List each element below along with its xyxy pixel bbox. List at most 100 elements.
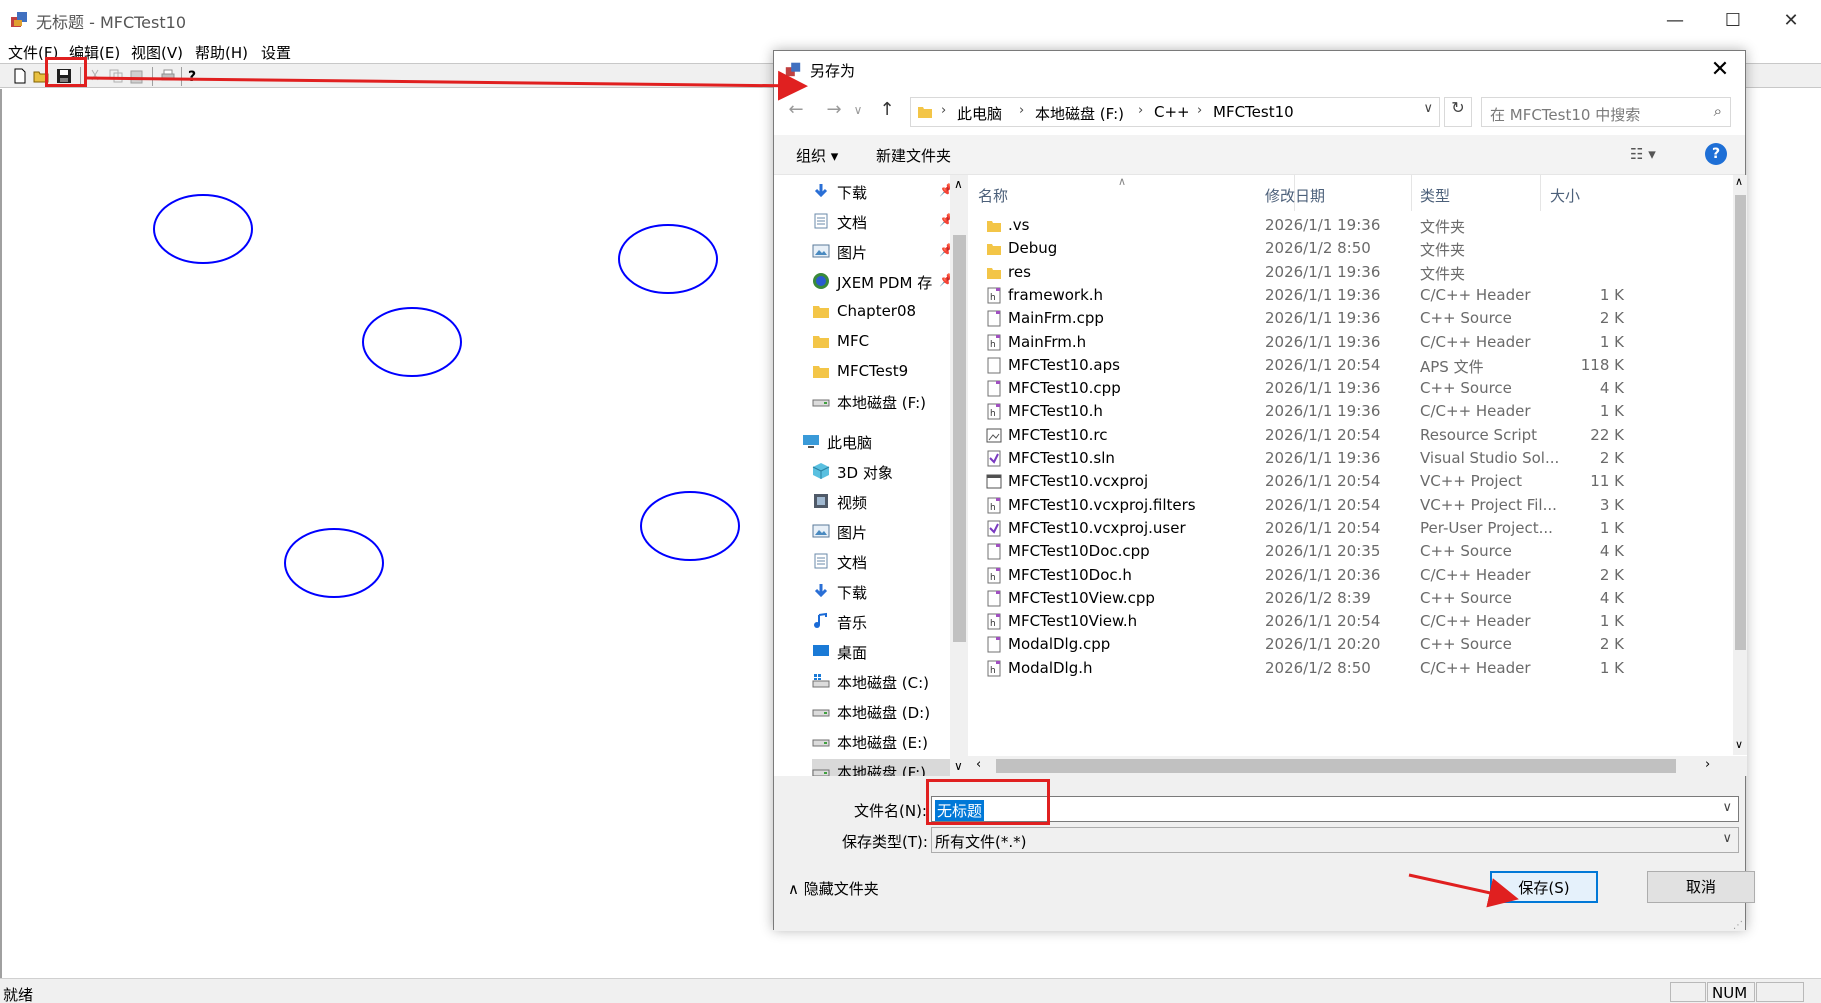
filename-input[interactable]: 无标题 ∨ bbox=[931, 796, 1739, 822]
file-row[interactable]: MFCTest10.aps 2026/1/1 20:54 APS 文件 118 K bbox=[968, 354, 1708, 377]
print-icon[interactable] bbox=[160, 68, 176, 84]
breadcrumb-cpp[interactable]: C++ bbox=[1154, 103, 1190, 121]
scroll-up-icon[interactable]: ∧ bbox=[1735, 175, 1743, 188]
organize-button[interactable]: 组织 ▾ bbox=[796, 145, 838, 166]
file-row[interactable]: ModalDlg.cpp 2026/1/1 20:20 C++ Source 2 K bbox=[968, 633, 1708, 656]
nav-item-quick[interactable]: Chapter08 bbox=[812, 299, 950, 325]
file-row[interactable]: MFCTest10.cpp 2026/1/1 19:36 C++ Source 4 K bbox=[968, 377, 1708, 400]
filename-dropdown-icon[interactable]: ∨ bbox=[1722, 800, 1732, 815]
filetype-dropdown-icon[interactable]: ∨ bbox=[1722, 831, 1732, 846]
search-icon[interactable]: ⌕ bbox=[1714, 102, 1722, 120]
column-type-header[interactable]: 类型 bbox=[1410, 175, 1530, 211]
minimize-button[interactable]: — bbox=[1646, 0, 1704, 40]
copy-icon[interactable] bbox=[108, 68, 124, 84]
help-icon[interactable]: ? bbox=[1705, 143, 1727, 165]
nav-scrollbar[interactable]: ∧ ∨ bbox=[950, 175, 968, 776]
nav-item-quick[interactable]: 图片 📌 bbox=[812, 239, 950, 265]
file-row[interactable]: MFCTest10View.cpp 2026/1/2 8:39 C++ Source… bbox=[968, 587, 1708, 610]
breadcrumb-mfctest10[interactable]: MFCTest10 bbox=[1213, 103, 1294, 121]
scroll-down-icon[interactable]: ∨ bbox=[954, 759, 963, 773]
nav-item-pc[interactable]: 下载 bbox=[812, 579, 950, 605]
dialog-close-button[interactable]: ✕ bbox=[1705, 55, 1735, 83]
file-row[interactable]: h MFCTest10Doc.h 2026/1/1 20:36 C/C++ Heade… bbox=[968, 564, 1708, 587]
nav-item-quick[interactable]: 下载 📌 bbox=[812, 179, 950, 205]
scroll-up-icon[interactable]: ∧ bbox=[954, 177, 963, 191]
menu-view[interactable]: 视图(V) bbox=[131, 42, 183, 63]
scroll-right-icon[interactable]: › bbox=[1705, 757, 1710, 772]
new-folder-button[interactable]: 新建文件夹 bbox=[876, 145, 951, 166]
cancel-button[interactable]: 取消 bbox=[1647, 871, 1755, 903]
cut-icon[interactable] bbox=[87, 68, 103, 84]
up-arrow-icon[interactable]: ↑ bbox=[875, 99, 899, 123]
column-size-header[interactable]: 大小 bbox=[1540, 175, 1620, 211]
nav-scroll-thumb[interactable] bbox=[953, 235, 966, 642]
nav-item-pc[interactable]: 图片 bbox=[812, 519, 950, 545]
nav-item-pc[interactable]: 本地磁盘 (E:) bbox=[812, 729, 950, 755]
file-row[interactable]: h MFCTest10View.h 2026/1/1 20:54 C/C++ Head… bbox=[968, 610, 1708, 633]
hide-folders-toggle[interactable]: ∧ 隐藏文件夹 bbox=[788, 878, 879, 899]
address-dropdown-icon[interactable]: ∨ bbox=[1423, 101, 1433, 116]
pin-icon[interactable]: 📌 bbox=[939, 243, 950, 257]
file-row[interactable]: MFCTest10.sln 2026/1/1 19:36 Visual Studio… bbox=[968, 447, 1708, 470]
file-row[interactable]: h MainFrm.h 2026/1/1 19:36 C/C++ Header 1 K bbox=[968, 331, 1708, 354]
file-list-scrollbar[interactable]: ∧ ∨ bbox=[1733, 175, 1747, 755]
file-row[interactable]: h ModalDlg.h 2026/1/2 8:50 C/C++ Header 1 K bbox=[968, 657, 1708, 680]
file-row[interactable]: Debug 2026/1/2 8:50 文件夹 bbox=[968, 237, 1708, 260]
file-row[interactable]: h framework.h 2026/1/1 19:36 C/C++ Header 1 … bbox=[968, 284, 1708, 307]
breadcrumb-drive-f[interactable]: 本地磁盘 (F:) bbox=[1035, 103, 1124, 124]
file-row[interactable]: .vs 2026/1/1 19:36 文件夹 bbox=[968, 214, 1708, 237]
file-row[interactable]: h MFCTest10.h 2026/1/1 19:36 C/C++ Header 1 … bbox=[968, 400, 1708, 423]
filetype-select[interactable]: 所有文件(*.*) ∨ bbox=[931, 827, 1739, 853]
recent-chevron-icon[interactable]: ∨ bbox=[846, 103, 870, 127]
file-row[interactable]: MFCTest10Doc.cpp 2026/1/1 20:35 C++ Source… bbox=[968, 540, 1708, 563]
nav-item-quick[interactable]: JXEM PDM 存 📌 bbox=[812, 269, 950, 295]
file-list-hscrollbar[interactable]: ‹ › bbox=[968, 756, 1747, 776]
nav-item-pc[interactable]: 本地磁盘 (F:) bbox=[812, 759, 950, 776]
help-question-icon[interactable]: ? bbox=[185, 68, 201, 84]
forward-arrow-icon[interactable]: → bbox=[822, 99, 846, 123]
nav-item-quick[interactable]: MFC bbox=[812, 329, 950, 355]
refresh-icon[interactable]: ↻ bbox=[1444, 97, 1472, 127]
breadcrumb-chevron-icon[interactable]: › bbox=[1138, 103, 1143, 118]
breadcrumb-chevron-icon[interactable]: › bbox=[941, 103, 946, 118]
nav-item-this-pc[interactable]: 此电脑 bbox=[802, 429, 950, 455]
scroll-down-icon[interactable]: ∨ bbox=[1735, 738, 1743, 751]
breadcrumb-chevron-icon[interactable]: › bbox=[1197, 103, 1202, 118]
resize-grip-icon[interactable]: ⋰ bbox=[1733, 920, 1743, 931]
close-window-button[interactable]: ✕ bbox=[1762, 0, 1820, 40]
view-options-icon[interactable]: ☷ ▾ bbox=[1630, 145, 1656, 163]
pin-icon[interactable]: 📌 bbox=[939, 213, 950, 227]
nav-item-pc[interactable]: 文档 bbox=[812, 549, 950, 575]
pin-icon[interactable]: 📌 bbox=[939, 183, 950, 197]
save-button[interactable]: 保存(S) bbox=[1490, 871, 1598, 903]
back-arrow-icon[interactable]: ← bbox=[784, 99, 808, 123]
nav-item-pc[interactable]: 本地磁盘 (C:) bbox=[812, 669, 950, 695]
search-box[interactable]: 在 MFCTest10 中搜索 ⌕ bbox=[1481, 97, 1731, 127]
paste-icon[interactable] bbox=[129, 68, 145, 84]
nav-item-quick[interactable]: 文档 📌 bbox=[812, 209, 950, 235]
nav-item-quick[interactable]: 本地磁盘 (F:) bbox=[812, 389, 950, 415]
nav-item-pc[interactable]: 视频 bbox=[812, 489, 950, 515]
nav-item-pc[interactable]: 本地磁盘 (D:) bbox=[812, 699, 950, 725]
file-row[interactable]: MFCTest10.vcxproj 2026/1/1 20:54 VC++ Proj… bbox=[968, 470, 1708, 493]
scroll-left-icon[interactable]: ‹ bbox=[976, 757, 981, 772]
column-date-header[interactable]: 修改日期 bbox=[1255, 175, 1405, 211]
pin-icon[interactable]: 📌 bbox=[939, 273, 950, 287]
file-row[interactable]: MFCTest10.vcxproj.user 2026/1/1 20:54 Per-… bbox=[968, 517, 1708, 540]
menu-settings[interactable]: 设置 bbox=[261, 42, 291, 63]
nav-item-quick[interactable]: MFCTest9 bbox=[812, 359, 950, 385]
file-row[interactable]: MainFrm.cpp 2026/1/1 19:36 C++ Source 2 K bbox=[968, 307, 1708, 330]
menu-help[interactable]: 帮助(H) bbox=[195, 42, 248, 63]
breadcrumb-chevron-icon[interactable]: › bbox=[1019, 103, 1024, 118]
nav-item-pc[interactable]: 桌面 bbox=[812, 639, 950, 665]
file-scroll-thumb[interactable] bbox=[1735, 195, 1746, 650]
address-bar[interactable]: › 此电脑 › 本地磁盘 (F:) › C++ › MFCTest10 ∨ bbox=[910, 97, 1440, 127]
file-row[interactable]: res 2026/1/1 19:36 文件夹 bbox=[968, 261, 1708, 284]
new-file-icon[interactable] bbox=[12, 68, 28, 84]
breadcrumb-this-pc[interactable]: 此电脑 bbox=[957, 103, 1002, 124]
file-hscroll-thumb[interactable] bbox=[996, 759, 1676, 773]
maximize-button[interactable]: ☐ bbox=[1704, 0, 1762, 40]
file-row[interactable]: h MFCTest10.vcxproj.filters 2026/1/1 20:54… bbox=[968, 494, 1708, 517]
nav-item-pc[interactable]: 音乐 bbox=[812, 609, 950, 635]
column-name-header[interactable]: 名称 bbox=[968, 175, 1288, 211]
